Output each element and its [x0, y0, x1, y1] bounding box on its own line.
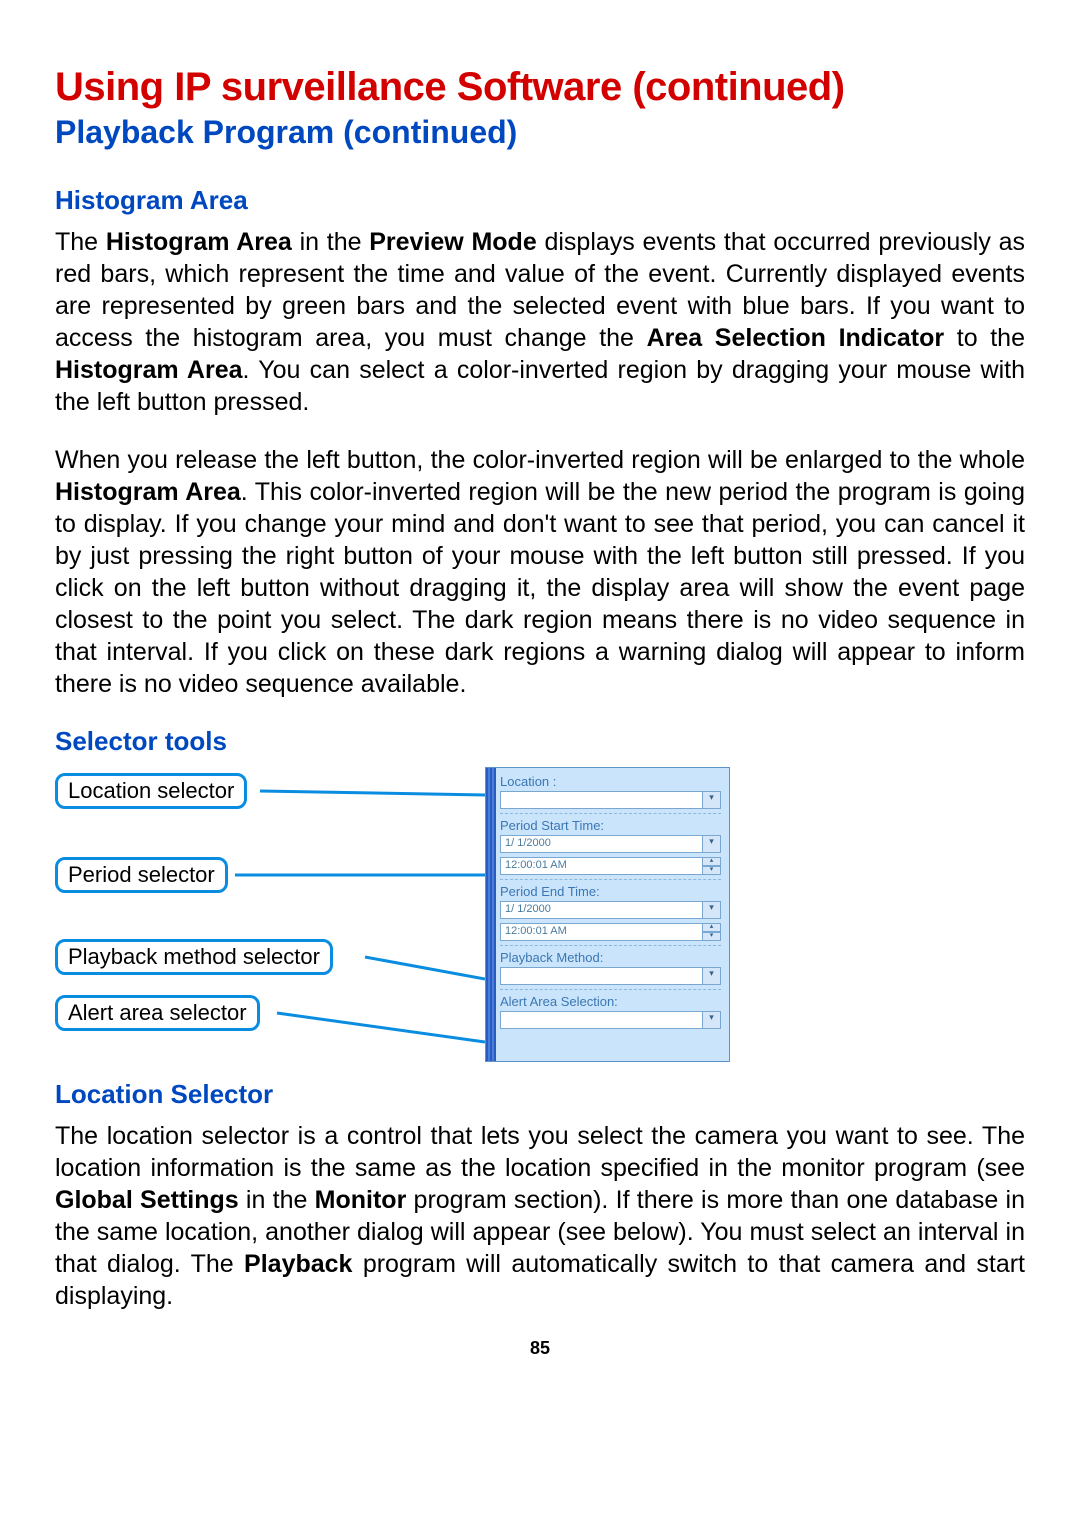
- text-bold: Monitor: [315, 1186, 407, 1214]
- text: in the: [292, 228, 369, 256]
- location-value: [500, 791, 703, 809]
- callout-alert-area-selector: Alert area selector: [55, 995, 260, 1031]
- callout-period-selector: Period selector: [55, 857, 228, 893]
- chevron-down-icon[interactable]: ▾: [703, 1011, 721, 1029]
- alert-area-value: [500, 1011, 703, 1029]
- chevron-down-icon[interactable]: ▾: [703, 901, 721, 919]
- panel-period-start-label: Period Start Time:: [500, 813, 721, 833]
- spin-up-icon[interactable]: ▴: [703, 857, 721, 866]
- location-dropdown[interactable]: ▾: [500, 791, 721, 809]
- period-end-time-field[interactable]: 12:00:01 AM ▴ ▾: [500, 923, 721, 941]
- period-end-time-value: 12:00:01 AM: [500, 923, 703, 941]
- period-end-date-field[interactable]: 1/ 1/2000 ▾: [500, 901, 721, 919]
- alert-area-dropdown[interactable]: ▾: [500, 1011, 721, 1029]
- text: to the: [944, 324, 1025, 352]
- text-bold: Area Selection Indicator: [647, 324, 945, 352]
- playback-method-dropdown[interactable]: ▾: [500, 967, 721, 985]
- heading-histogram: Histogram Area: [55, 185, 1025, 216]
- panel-playback-label: Playback Method:: [500, 945, 721, 965]
- panel-alert-label: Alert Area Selection:: [500, 989, 721, 1009]
- text-bold: Histogram Area: [55, 356, 243, 384]
- text: in the: [239, 1186, 315, 1214]
- text: . This color-inverted region will be the…: [55, 478, 1025, 698]
- panel-period-end-label: Period End Time:: [500, 879, 721, 899]
- histogram-paragraph-2: When you release the left button, the co…: [55, 444, 1025, 700]
- page-number: 85: [55, 1338, 1025, 1359]
- heading-location-selector: Location Selector: [55, 1079, 1025, 1110]
- period-start-time-field[interactable]: 12:00:01 AM ▴ ▾: [500, 857, 721, 875]
- period-start-time-value: 12:00:01 AM: [500, 857, 703, 875]
- text-bold: Histogram Area: [106, 228, 292, 256]
- heading-selector-tools: Selector tools: [55, 726, 1025, 757]
- selector-panel: Location : ▾ Period Start Time: 1/ 1/200…: [485, 767, 730, 1062]
- location-selector-paragraph: The location selector is a control that …: [55, 1120, 1025, 1312]
- spin-down-icon[interactable]: ▾: [703, 866, 721, 875]
- text-bold: Histogram Area: [55, 478, 241, 506]
- period-start-date-field[interactable]: 1/ 1/2000 ▾: [500, 835, 721, 853]
- text-bold: Preview Mode: [369, 228, 537, 256]
- callout-playback-method-selector: Playback method selector: [55, 939, 333, 975]
- manual-page: Using IP surveillance Software (continue…: [0, 0, 1080, 1529]
- playback-method-value: [500, 967, 703, 985]
- period-end-date-value: 1/ 1/2000: [500, 901, 703, 919]
- spin-up-icon[interactable]: ▴: [703, 923, 721, 932]
- page-title-sub: Playback Program (continued): [55, 114, 1025, 151]
- text: The location selector is a control that …: [55, 1122, 1025, 1182]
- text-bold: Global Settings: [55, 1186, 239, 1214]
- text-bold: Playback: [244, 1250, 352, 1278]
- chevron-down-icon[interactable]: ▾: [703, 791, 721, 809]
- callout-location-selector: Location selector: [55, 773, 247, 809]
- panel-location-label: Location :: [500, 774, 721, 789]
- text: The: [55, 228, 106, 256]
- selector-tools-figure: Location selector Period selector Playba…: [55, 767, 1025, 1067]
- chevron-down-icon[interactable]: ▾: [703, 967, 721, 985]
- period-start-date-value: 1/ 1/2000: [500, 835, 703, 853]
- histogram-paragraph-1: The Histogram Area in the Preview Mode d…: [55, 226, 1025, 418]
- spin-down-icon[interactable]: ▾: [703, 932, 721, 941]
- page-title-main: Using IP surveillance Software (continue…: [55, 65, 1025, 110]
- chevron-down-icon[interactable]: ▾: [703, 835, 721, 853]
- text: When you release the left button, the co…: [55, 446, 1025, 474]
